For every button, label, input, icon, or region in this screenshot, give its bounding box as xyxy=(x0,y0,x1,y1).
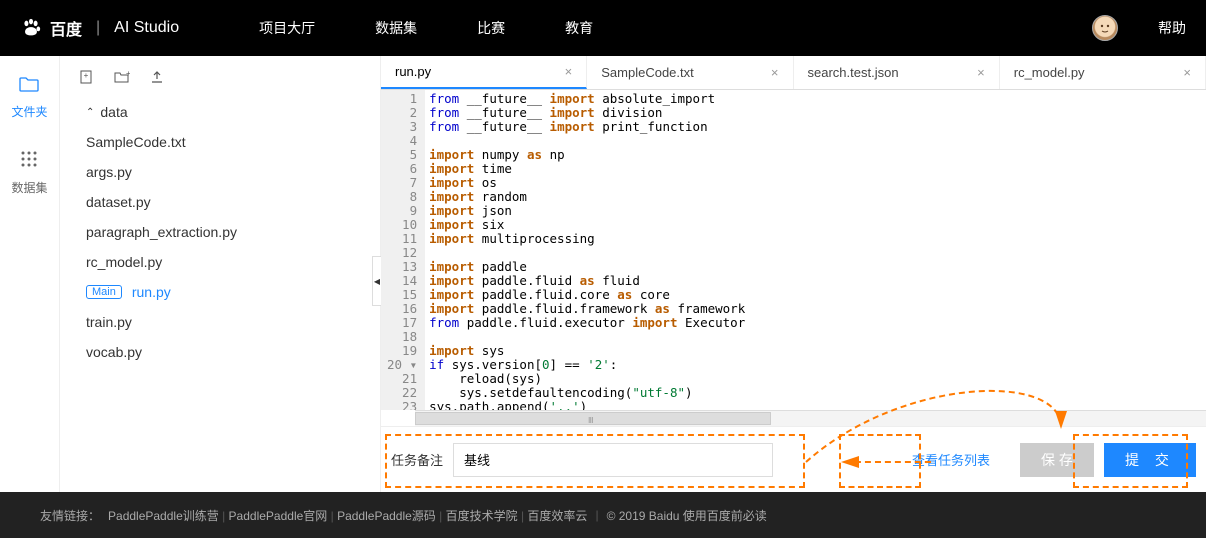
avatar[interactable] xyxy=(1092,15,1118,41)
svg-text:+: + xyxy=(126,70,130,78)
top-nav: 项目大厅 数据集 比赛 教育 xyxy=(259,18,1092,38)
file-item[interactable]: args.py xyxy=(80,157,380,187)
rail-files-label: 文件夹 xyxy=(11,103,47,120)
file-name: paragraph_extraction.py xyxy=(86,224,237,240)
tab-label: rc_model.py xyxy=(1014,65,1085,80)
editor-tab[interactable]: run.py × xyxy=(381,56,587,89)
footer-link[interactable]: PaddlePaddle源码 xyxy=(337,509,436,523)
folder-data[interactable]: ⌃ data xyxy=(80,97,380,127)
tab-label: search.test.json xyxy=(808,65,899,80)
rail-files[interactable]: 文件夹 xyxy=(11,76,47,120)
tab-label: run.py xyxy=(395,64,431,79)
logo[interactable]: 百度 | AI Studio xyxy=(20,16,179,40)
file-name: rc_model.py xyxy=(86,254,162,270)
save-button[interactable]: 保 存 xyxy=(1020,443,1094,477)
file-item[interactable]: rc_model.py xyxy=(80,247,380,277)
sidebar-toolbar: + + xyxy=(80,64,380,97)
baidu-paw-icon xyxy=(20,17,42,39)
footer: 友情链接： PaddlePaddle训练营 | PaddlePaddle官网 |… xyxy=(0,492,1206,538)
task-remark-label: 任务备注 xyxy=(391,450,443,469)
nav-datasets[interactable]: 数据集 xyxy=(375,18,417,38)
file-item[interactable]: SampleCode.txt xyxy=(80,127,380,157)
file-item[interactable]: dataset.py xyxy=(80,187,380,217)
file-name: run.py xyxy=(132,284,171,300)
footer-link[interactable]: 百度效率云 xyxy=(527,509,587,523)
close-icon[interactable]: × xyxy=(771,65,779,80)
chevron-down-icon: ⌃ xyxy=(86,107,94,118)
editor-tab[interactable]: search.test.json × xyxy=(794,56,1000,89)
file-tree: SampleCode.txt args.py dataset.py paragraph… xyxy=(80,127,380,367)
bottom-bar: 任务备注 查看任务列表 保 存 提 交 xyxy=(381,426,1206,492)
rail-datasets[interactable]: 数据集 xyxy=(11,150,47,196)
new-file-icon[interactable]: + xyxy=(80,70,94,87)
folder-name: data xyxy=(100,104,127,120)
grid-icon xyxy=(20,150,38,173)
brand-divider: | xyxy=(96,19,100,37)
file-name: SampleCode.txt xyxy=(86,134,186,150)
task-remark-input[interactable] xyxy=(453,443,773,477)
footer-link[interactable]: PaddlePaddle训练营 xyxy=(108,509,219,523)
submit-button[interactable]: 提 交 xyxy=(1104,443,1196,477)
file-name: train.py xyxy=(86,314,132,330)
footer-prefix: 友情链接： xyxy=(40,507,100,524)
upload-icon[interactable] xyxy=(150,70,164,87)
footer-copyright: © 2019 Baidu 使用百度前必读 xyxy=(607,507,767,524)
file-item[interactable]: vocab.py xyxy=(80,337,380,367)
help-link[interactable]: 帮助 xyxy=(1158,18,1186,38)
close-icon[interactable]: × xyxy=(565,64,573,79)
line-gutter: 1 2 3 4 5 6 7 8 9 10 11 12 13 14 15 16 1… xyxy=(381,90,425,410)
nav-projects[interactable]: 项目大厅 xyxy=(259,18,315,38)
horizontal-scrollbar[interactable]: Ⅲ xyxy=(415,410,1206,426)
footer-link[interactable]: PaddlePaddle官网 xyxy=(229,509,328,523)
new-folder-icon[interactable]: + xyxy=(114,70,130,87)
editor-tab[interactable]: SampleCode.txt × xyxy=(587,56,793,89)
nav-education[interactable]: 教育 xyxy=(565,18,593,38)
brand-baidu: 百度 xyxy=(50,16,82,40)
view-task-list-link[interactable]: 查看任务列表 xyxy=(912,450,990,469)
folder-icon xyxy=(19,76,39,97)
file-item[interactable]: train.py xyxy=(80,307,380,337)
nav-competitions[interactable]: 比赛 xyxy=(477,18,505,38)
topbar-right: 帮助 xyxy=(1092,15,1186,41)
footer-link[interactable]: 百度技术学院 xyxy=(446,509,518,523)
highlight-box-2 xyxy=(839,434,921,488)
tab-label: SampleCode.txt xyxy=(601,65,694,80)
svg-text:+: + xyxy=(84,71,89,80)
file-item[interactable]: Main run.py xyxy=(80,277,380,307)
top-bar: 百度 | AI Studio 项目大厅 数据集 比赛 教育 帮助 xyxy=(0,0,1206,56)
rail-datasets-label: 数据集 xyxy=(11,179,47,196)
file-name: vocab.py xyxy=(86,344,142,360)
left-rail: 文件夹 数据集 xyxy=(0,56,60,492)
editor: ◀ run.py×SampleCode.txt×search.test.json… xyxy=(380,56,1206,492)
code-area[interactable]: 1 2 3 4 5 6 7 8 9 10 11 12 13 14 15 16 1… xyxy=(381,90,1206,410)
scrollbar-thumb[interactable]: Ⅲ xyxy=(415,412,771,425)
file-item[interactable]: paragraph_extraction.py xyxy=(80,217,380,247)
close-icon[interactable]: × xyxy=(1183,65,1191,80)
code-content[interactable]: from __future__ import absolute_import f… xyxy=(425,90,1206,410)
close-icon[interactable]: × xyxy=(977,65,985,80)
file-name: args.py xyxy=(86,164,132,180)
main-badge: Main xyxy=(86,285,122,299)
file-name: dataset.py xyxy=(86,194,151,210)
file-sidebar: + + ⌃ data SampleCode.txt args.py dataset.… xyxy=(60,56,380,492)
editor-tab[interactable]: rc_model.py × xyxy=(1000,56,1206,89)
collapse-sidebar-handle[interactable]: ◀ xyxy=(372,256,381,306)
main-area: 文件夹 数据集 + + ⌃ data SampleCode.txt args.py… xyxy=(0,56,1206,492)
brand-studio: AI Studio xyxy=(114,19,179,37)
editor-tabs: run.py×SampleCode.txt×search.test.json×r… xyxy=(381,56,1206,90)
